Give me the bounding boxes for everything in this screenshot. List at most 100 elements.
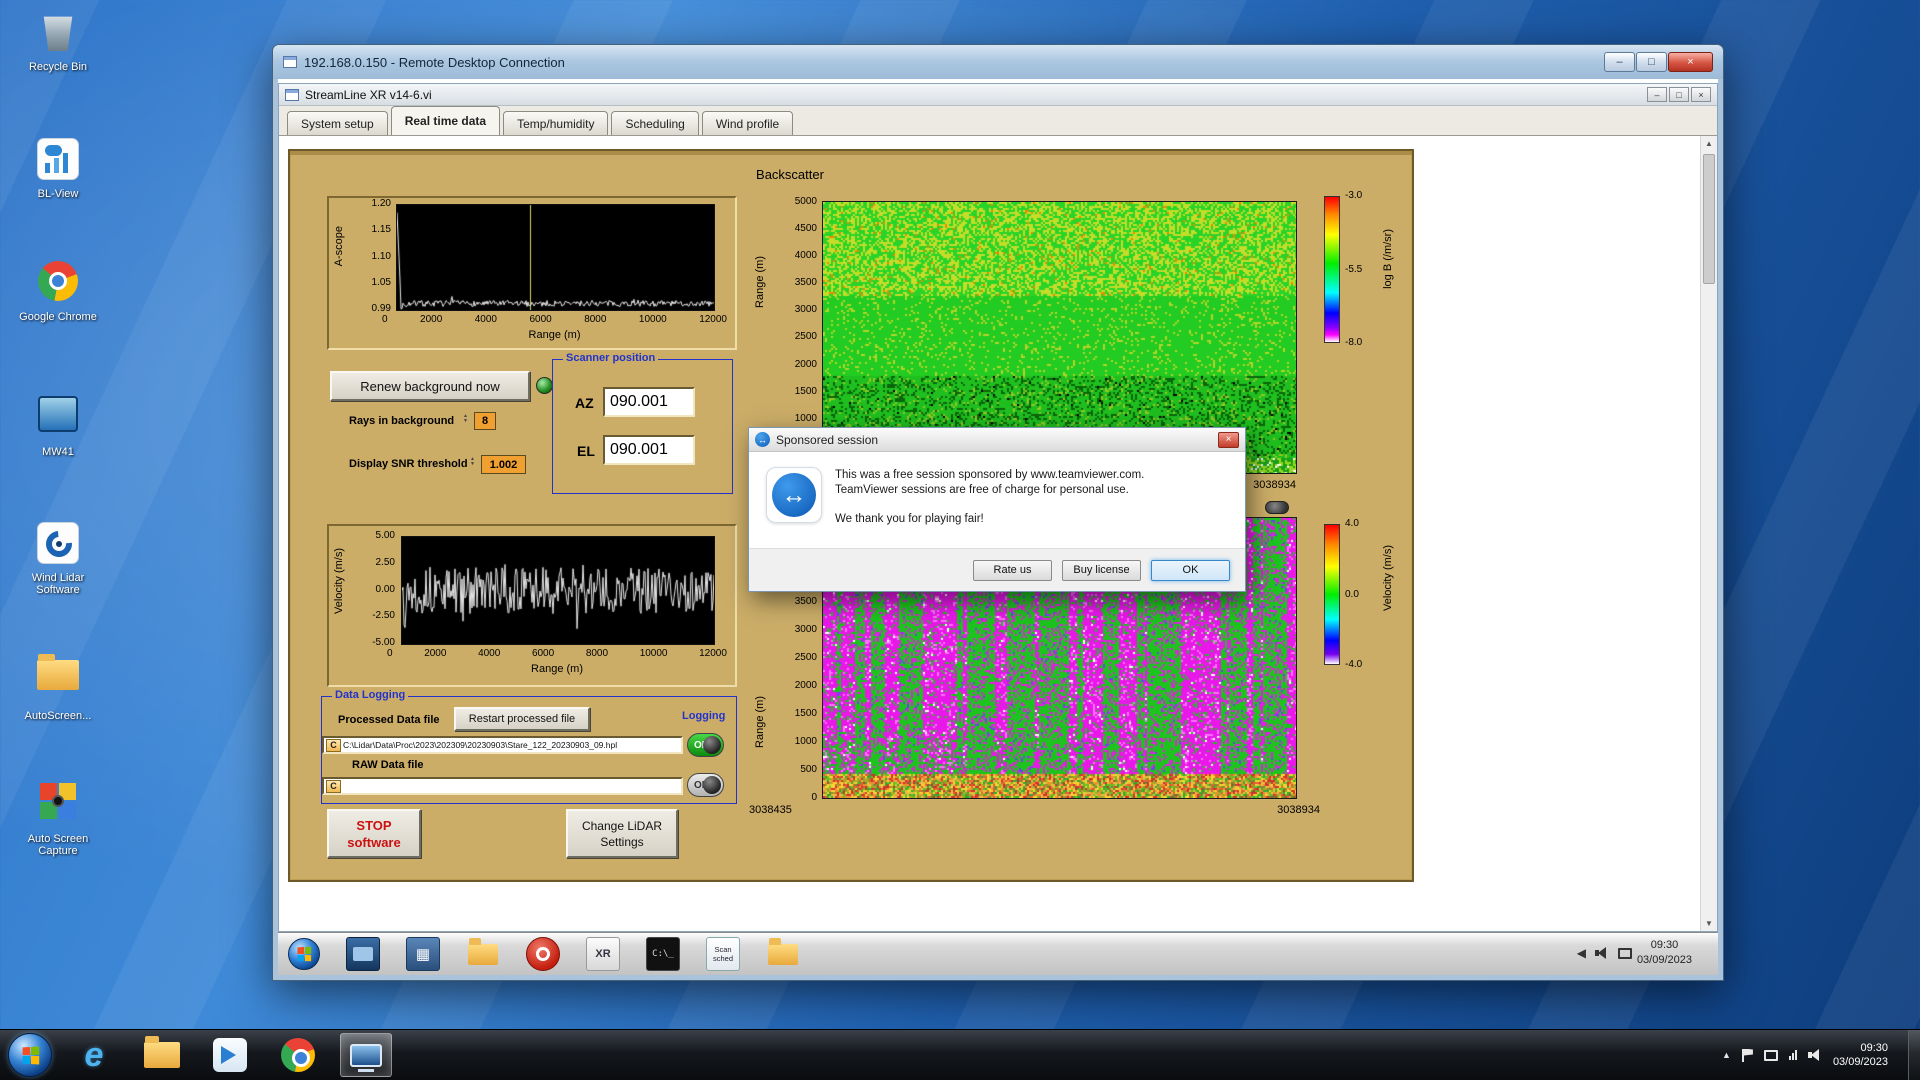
folder-app-icon[interactable]: [466, 937, 500, 971]
desktop-icon-recycle-bin[interactable]: Recycle Bin: [12, 8, 104, 73]
remote-clock-time: 09:30: [1650, 939, 1679, 951]
ok-button[interactable]: OK: [1151, 559, 1230, 581]
ascope-ylabel: A-scope: [333, 226, 345, 267]
taskbar-file-explorer[interactable]: [136, 1033, 188, 1077]
app-minimize-button[interactable]: –: [1647, 87, 1667, 102]
dialog-titlebar[interactable]: ↔ Sponsored session ×: [749, 428, 1245, 452]
desktop-icon-bl-view[interactable]: BL-View: [12, 136, 104, 200]
desktop-icon-wind-lidar[interactable]: Wind Lidar Software: [12, 520, 104, 596]
remote-clock[interactable]: 09:30 03/09/2023: [1637, 938, 1692, 968]
rdp-minimize-button[interactable]: –: [1604, 52, 1635, 72]
tick-label: 4000: [794, 250, 817, 262]
velocity-ylabel: Velocity (m/s): [333, 548, 345, 615]
scroll-up-arrow[interactable]: ▲: [1701, 136, 1717, 148]
taskbar-chrome[interactable]: [272, 1033, 324, 1077]
taskbar-clock[interactable]: 09:30 03/09/2023: [1833, 1041, 1888, 1069]
tab-wind-profile[interactable]: Wind profile: [701, 111, 794, 135]
stop-software-button[interactable]: STOP software: [327, 809, 421, 858]
tray-expand-icon[interactable]: ◀: [1577, 946, 1586, 960]
dialog-close-button[interactable]: ×: [1218, 431, 1239, 448]
taskbar-internet-explorer[interactable]: e: [68, 1033, 120, 1077]
raw-path-field[interactable]: C: [322, 777, 683, 795]
volume-icon[interactable]: [1595, 947, 1609, 959]
power-off-icon[interactable]: [526, 937, 560, 971]
backscatter-colorbar-label: log B (/m/sr): [1382, 229, 1394, 289]
renew-led-indicator: [536, 377, 553, 394]
tick-label: 12000: [699, 648, 727, 659]
windows-flag-icon: [297, 946, 312, 962]
renew-background-button[interactable]: Renew background now: [330, 371, 530, 401]
rdp-titlebar[interactable]: 192.168.0.150 - Remote Desktop Connectio…: [273, 45, 1723, 79]
drive-selector[interactable]: C: [326, 738, 341, 752]
el-value-field[interactable]: 090.001: [603, 435, 695, 465]
tick-label: 2000: [420, 314, 443, 325]
app-close-button[interactable]: ×: [1691, 87, 1711, 102]
drive-selector[interactable]: C: [326, 779, 341, 793]
velocity-x-end-label: 3038934: [1277, 804, 1320, 816]
tick-label: 0: [811, 792, 817, 803]
remote-start-button[interactable]: [288, 938, 320, 970]
autoscreen-folder-icon: [35, 654, 81, 706]
snr-value-field[interactable]: 1.002: [481, 455, 526, 474]
tick-label: 1000: [794, 412, 817, 424]
display-icon[interactable]: [1763, 1049, 1778, 1061]
tick-label: 0.0: [1345, 588, 1359, 600]
blue-app-icon[interactable]: [346, 937, 380, 971]
command-prompt-icon[interactable]: C:\_: [646, 937, 680, 971]
az-value-field[interactable]: 090.001: [603, 387, 695, 417]
snr-spinner[interactable]: ▲ ▼: [470, 457, 479, 467]
documents-folder-icon[interactable]: [766, 937, 800, 971]
calculator-icon[interactable]: ▦: [406, 937, 440, 971]
display-icon[interactable]: [1618, 947, 1632, 959]
tick-label: 5.00: [375, 530, 395, 541]
tick-label: -8.0: [1345, 337, 1363, 348]
change-lidar-settings-button[interactable]: Change LiDAR Settings: [566, 809, 678, 858]
xr-shortcut-icon[interactable]: XR: [586, 937, 620, 971]
desktop-icon-autoscreen[interactable]: AutoScreen...: [12, 650, 104, 722]
rdp-maximize-button[interactable]: □: [1636, 52, 1667, 72]
tick-label: 1.05: [371, 276, 391, 288]
restart-processed-file-button[interactable]: Restart processed file: [454, 707, 590, 731]
rays-in-background-label: Rays in background: [349, 415, 455, 427]
app-restore-button[interactable]: □: [1669, 87, 1689, 102]
scroll-down-arrow[interactable]: ▼: [1701, 919, 1717, 928]
taskbar-media-player[interactable]: [204, 1033, 256, 1077]
tab-scheduling[interactable]: Scheduling: [611, 111, 699, 135]
buy-license-button[interactable]: Buy license: [1062, 559, 1141, 581]
taskbar-remote-desktop[interactable]: [340, 1033, 392, 1077]
tab-temp-humidity[interactable]: Temp/humidity: [503, 111, 609, 135]
rays-spinner[interactable]: ▲ ▼: [463, 414, 472, 424]
rdp-close-button[interactable]: ×: [1668, 52, 1713, 72]
desktop-icon-auto-screen-capture[interactable]: Auto Screen Capture: [12, 778, 104, 857]
desktop-icon-google-chrome[interactable]: Google Chrome: [12, 258, 104, 323]
rdp-window-title: 192.168.0.150 - Remote Desktop Connectio…: [304, 54, 565, 70]
processed-path-field[interactable]: C C:\Lidar\Data\Proc\2023\202309\2023090…: [322, 736, 683, 754]
tab-system-setup[interactable]: System setup: [287, 111, 388, 135]
vertical-scrollbar[interactable]: ▲ ▼: [1700, 136, 1717, 931]
tab-real-time-data[interactable]: Real time data: [390, 106, 501, 135]
app-window-icon: [285, 88, 299, 101]
velocity-x-start-label: 3038435: [749, 804, 792, 816]
show-desktop-button[interactable]: [1908, 1029, 1920, 1080]
display-slider-knob[interactable]: [1265, 501, 1289, 514]
action-center-flag-icon[interactable]: [1741, 1048, 1753, 1062]
rays-value-field[interactable]: 8: [474, 412, 496, 430]
network-icon[interactable]: [1788, 1050, 1797, 1060]
scrollbar-thumb[interactable]: [1703, 154, 1715, 284]
recycle-bin-icon: [35, 11, 81, 57]
processed-logging-toggle-on[interactable]: ON: [687, 733, 724, 757]
tray-expand-icon[interactable]: ▲: [1722, 1050, 1731, 1060]
raw-logging-toggle-off[interactable]: OFF: [687, 773, 724, 797]
rate-us-button[interactable]: Rate us: [973, 559, 1052, 581]
tick-label: 4500: [794, 223, 817, 235]
tick-label: 3500: [794, 277, 817, 289]
velocity-plot-box: Velocity (m/s) 5.00 2.50 0.00 -2.50 -5.00 0 2…: [327, 524, 737, 687]
volume-icon[interactable]: [1807, 1049, 1822, 1061]
desktop-icon-mw41[interactable]: MW41: [12, 392, 104, 458]
tick-label: 1500: [794, 385, 817, 397]
app-titlebar[interactable]: StreamLine XR v14-6.vi – □ ×: [279, 84, 1717, 106]
desktop-icon-label: AutoScreen...: [24, 710, 92, 722]
tick-label: 1.15: [371, 224, 391, 236]
start-button[interactable]: [8, 1033, 52, 1077]
scan-sched-icon[interactable]: Scan sched: [706, 937, 740, 971]
